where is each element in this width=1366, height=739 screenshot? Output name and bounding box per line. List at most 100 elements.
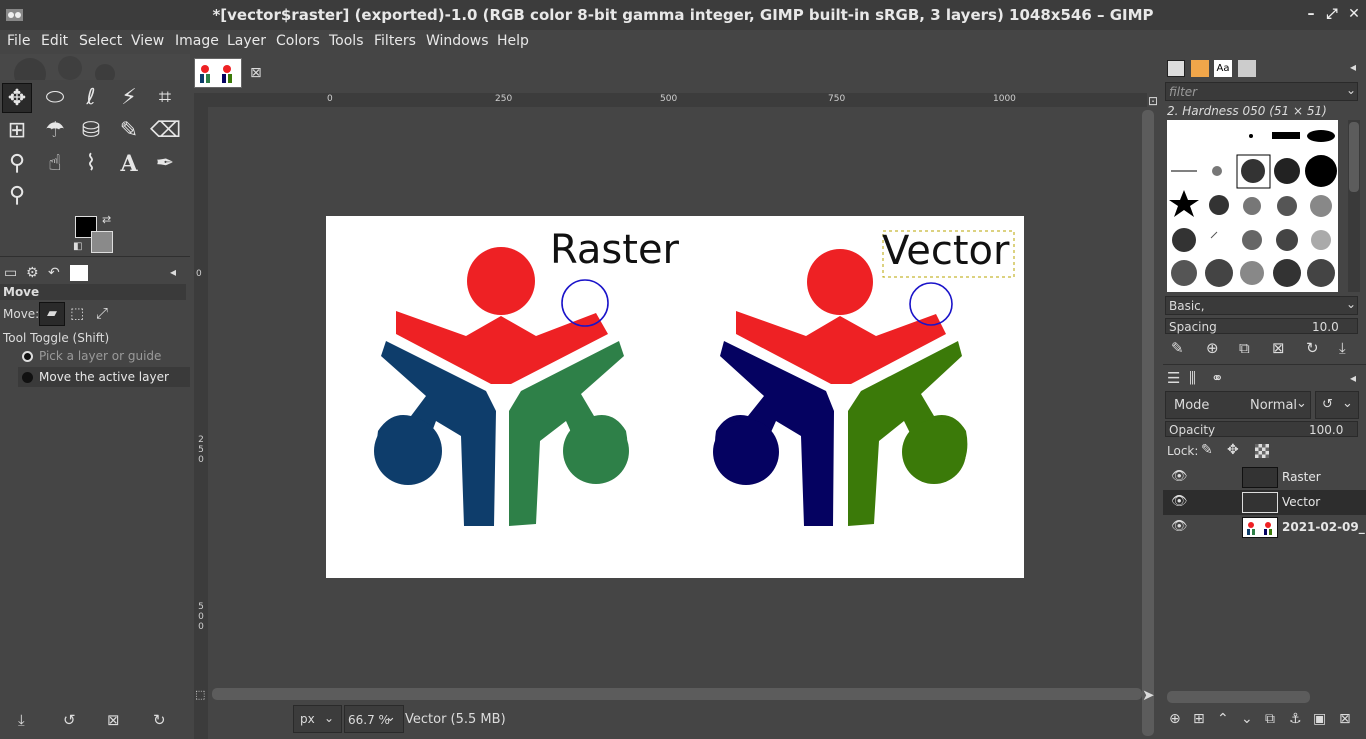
layers-horizontal-scrollbar[interactable] [1167, 691, 1310, 703]
clone-tool-icon[interactable]: ⚲ [2, 149, 32, 179]
paths-tool-icon[interactable]: ⌇ [76, 149, 106, 179]
delete-tool-preset-icon[interactable]: ⊠ [107, 711, 120, 729]
layers-tab-icon[interactable]: ☰ [1167, 369, 1180, 387]
open-brush-as-image-icon[interactable]: ⤓ [1339, 339, 1346, 357]
unit-selector[interactable]: px ⌄ [293, 705, 342, 733]
anchor-layer-icon[interactable]: ⚓ [1289, 711, 1302, 727]
device-status-tab-icon[interactable]: ⚙ [26, 265, 39, 281]
reset-tool-options-icon[interactable]: ↻ [153, 711, 166, 729]
brushes-tab-icon[interactable] [1167, 60, 1185, 77]
opacity-slider[interactable]: Opacity 100.0 [1165, 421, 1358, 437]
new-brush-icon[interactable]: ⊕ [1206, 339, 1219, 357]
tool-options-tab-icon[interactable]: ▭ [4, 265, 17, 281]
composite-mode-selector[interactable]: ↺ ⌄ [1315, 391, 1359, 419]
duplicate-brush-icon[interactable]: ⧉ [1239, 339, 1250, 357]
undo-history-tab-icon[interactable]: ↶ [48, 265, 60, 281]
menu-select[interactable]: Select [79, 33, 122, 49]
brush-tag-selector[interactable]: Basic, ⌄ [1165, 296, 1358, 315]
vertical-scrollbar[interactable] [1142, 110, 1154, 736]
layer-row[interactable]: 👁 2021-02-09_ [1163, 515, 1366, 540]
paths-tab-icon[interactable]: ⚭ [1211, 369, 1224, 387]
lower-layer-icon[interactable]: ⌄ [1241, 711, 1253, 727]
delete-brush-icon[interactable]: ⊠ [1272, 339, 1285, 357]
close-icon[interactable]: ✕ [1346, 6, 1362, 22]
refresh-brushes-icon[interactable]: ↻ [1306, 339, 1319, 357]
horizontal-scrollbar[interactable] [212, 688, 1142, 700]
save-tool-preset-icon[interactable]: ⤓ [18, 711, 25, 729]
navigate-icon[interactable]: ➤ [1142, 686, 1155, 704]
bucket-fill-tool-icon[interactable]: ⛁ [76, 116, 106, 146]
image-tab-thumbnail[interactable] [194, 58, 242, 88]
eye-icon[interactable]: 👁 [1171, 519, 1191, 534]
brush-filter-input[interactable]: filter ⌄ [1165, 82, 1358, 101]
delete-layer-icon[interactable]: ⊠ [1339, 711, 1351, 727]
configure-layers-icon[interactable]: ◂ [1350, 371, 1356, 385]
menu-view[interactable]: View [131, 33, 164, 49]
pick-layer-radio[interactable] [22, 351, 33, 362]
smudge-tool-icon[interactable]: ☝ [40, 149, 70, 179]
menu-layer[interactable]: Layer [227, 33, 266, 49]
brush-spacing-slider[interactable]: Spacing 10.0 [1165, 318, 1358, 334]
eye-icon[interactable]: 👁 [1171, 494, 1191, 509]
eraser-tool-icon[interactable]: ⌫ [150, 116, 181, 146]
layer-row[interactable]: 👁 Raster [1163, 465, 1366, 490]
configure-tab-icon[interactable]: ◂ [170, 265, 176, 279]
menu-file[interactable]: File [7, 33, 30, 49]
restore-tool-preset-icon[interactable]: ↺ [63, 711, 76, 729]
free-select-tool-icon[interactable]: ℓ [76, 83, 106, 113]
patterns-tab-icon[interactable] [1191, 60, 1209, 77]
crop-tool-icon[interactable]: ⌗ [150, 83, 180, 113]
configure-brushes-icon[interactable]: ◂ [1350, 60, 1356, 74]
move-selection-mode-icon[interactable]: ⬚ [70, 304, 84, 322]
ruler-corner-icon[interactable] [194, 93, 208, 107]
edit-brush-icon[interactable]: ✎ [1171, 339, 1184, 357]
zoom-tool-icon[interactable]: ⚲ [2, 181, 32, 211]
default-colors-icon[interactable]: ◧ [73, 241, 82, 252]
quick-mask-toggle-icon[interactable]: ⬚ [195, 688, 205, 701]
ellipse-select-tool-icon[interactable]: ⬭ [40, 83, 70, 113]
menu-tools[interactable]: Tools [329, 33, 364, 49]
channels-tab-icon[interactable]: ⫼ [1189, 369, 1196, 387]
move-active-radio[interactable] [22, 372, 33, 383]
add-mask-icon[interactable]: ▣ [1313, 711, 1326, 727]
move-path-mode-icon[interactable]: ⤢ [96, 304, 108, 322]
menu-filters[interactable]: Filters [374, 33, 416, 49]
layer-mode-selector[interactable]: Mode Normal ⌄ [1165, 391, 1311, 419]
top-ruler[interactable]: 0 250 500 750 1000 [208, 93, 1147, 107]
duplicate-layer-icon[interactable]: ⧉ [1265, 711, 1275, 727]
background-color-swatch[interactable] [91, 231, 113, 253]
new-layer-group-icon[interactable]: ⊞ [1193, 711, 1205, 727]
new-layer-icon[interactable]: ⊕ [1169, 711, 1181, 727]
minimize-icon[interactable]: – [1303, 6, 1319, 22]
swap-colors-icon[interactable]: ⇄ [102, 213, 111, 226]
images-tab-icon[interactable] [70, 265, 88, 281]
warp-transform-tool-icon[interactable]: ☂ [40, 116, 70, 146]
fuzzy-select-tool-icon[interactable]: ⚡ [114, 83, 144, 113]
unified-transform-tool-icon[interactable]: ⊞ [2, 116, 32, 146]
menu-windows[interactable]: Windows [426, 33, 489, 49]
menu-colors[interactable]: Colors [276, 33, 320, 49]
raise-layer-icon[interactable]: ⌃ [1217, 711, 1229, 727]
brush-grid-scrollbar[interactable] [1348, 120, 1360, 292]
close-image-tab-icon[interactable]: ⊠ [250, 65, 262, 81]
lock-position-icon[interactable]: ✥ [1227, 442, 1239, 458]
lock-alpha-icon[interactable] [1255, 444, 1269, 458]
zoom-follow-icon[interactable]: ⊡ [1148, 94, 1158, 108]
maximize-icon[interactable]: ⤢ [1324, 6, 1340, 22]
fonts-tab-icon[interactable]: Aa [1214, 60, 1232, 77]
paintbrush-tool-icon[interactable]: ✎ [114, 116, 144, 146]
move-tool-icon[interactable]: ✥ [2, 83, 32, 113]
menu-help[interactable]: Help [497, 33, 529, 49]
menu-edit[interactable]: Edit [41, 33, 68, 49]
brush-grid[interactable] [1167, 120, 1338, 292]
menu-image[interactable]: Image [175, 33, 219, 49]
eye-icon[interactable]: 👁 [1171, 469, 1191, 484]
image-canvas[interactable]: Raster Vector [326, 216, 1024, 578]
text-tool-icon[interactable]: A [114, 149, 144, 179]
zoom-chevron-down-icon[interactable]: ⌄ [385, 710, 402, 730]
left-ruler[interactable]: 0 250 500 [194, 107, 208, 739]
color-picker-tool-icon[interactable]: ✒ [150, 149, 180, 179]
layer-row-selected[interactable]: 👁 Vector [1163, 490, 1366, 515]
move-layer-mode-icon[interactable]: ▰ [39, 302, 65, 326]
lock-pixels-icon[interactable]: ✎ [1201, 442, 1213, 458]
